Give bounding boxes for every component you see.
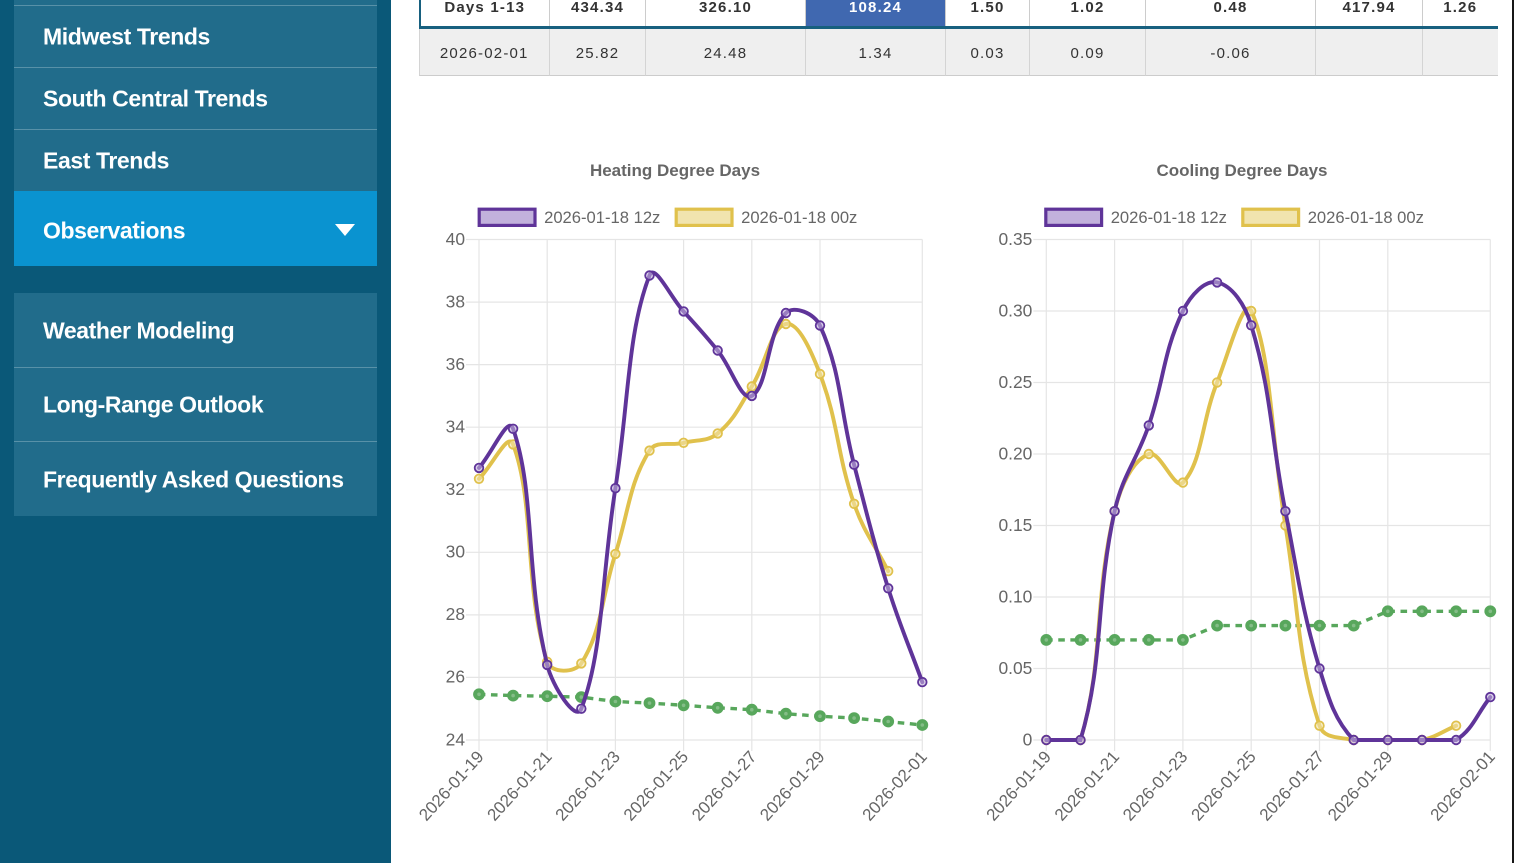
svg-text:Cooling Degree Days: Cooling Degree Days xyxy=(1157,161,1328,180)
svg-text:30: 30 xyxy=(446,542,465,562)
svg-text:2026-01-18 00z: 2026-01-18 00z xyxy=(1308,208,1424,227)
svg-text:2026-01-27: 2026-01-27 xyxy=(1256,747,1328,824)
svg-text:2026-01-18 12z: 2026-01-18 12z xyxy=(1111,208,1227,227)
svg-text:0.20: 0.20 xyxy=(998,443,1032,463)
svg-text:2026-01-25: 2026-01-25 xyxy=(620,747,692,824)
svg-text:0.30: 0.30 xyxy=(998,300,1032,320)
svg-text:38: 38 xyxy=(446,291,465,311)
svg-text:0.05: 0.05 xyxy=(998,658,1032,678)
svg-text:0.15: 0.15 xyxy=(998,515,1032,535)
svg-text:0.25: 0.25 xyxy=(998,372,1032,392)
svg-text:0: 0 xyxy=(1023,729,1033,749)
svg-text:34: 34 xyxy=(446,417,466,437)
svg-text:2026-01-19: 2026-01-19 xyxy=(983,747,1055,824)
svg-text:26: 26 xyxy=(446,667,465,687)
svg-text:2026-02-01: 2026-02-01 xyxy=(859,747,931,824)
svg-text:0.10: 0.10 xyxy=(998,586,1032,606)
svg-text:2026-01-29: 2026-01-29 xyxy=(756,747,828,824)
svg-text:2026-01-21: 2026-01-21 xyxy=(483,747,555,824)
svg-text:2026-01-27: 2026-01-27 xyxy=(688,747,760,824)
svg-text:2026-01-18 12z: 2026-01-18 12z xyxy=(544,208,660,227)
svg-text:2026-01-29: 2026-01-29 xyxy=(1324,747,1396,824)
svg-text:2026-01-25: 2026-01-25 xyxy=(1187,747,1259,824)
svg-text:2026-01-18 00z: 2026-01-18 00z xyxy=(741,208,857,227)
svg-text:32: 32 xyxy=(446,479,465,499)
svg-text:Heating Degree Days: Heating Degree Days xyxy=(590,161,760,180)
svg-text:0.35: 0.35 xyxy=(998,229,1032,249)
svg-text:24: 24 xyxy=(446,729,466,749)
svg-text:2026-01-23: 2026-01-23 xyxy=(552,747,624,824)
svg-text:36: 36 xyxy=(446,354,465,374)
svg-text:40: 40 xyxy=(446,229,465,249)
svg-text:2026-01-21: 2026-01-21 xyxy=(1051,747,1123,824)
svg-text:2026-01-19: 2026-01-19 xyxy=(415,747,487,824)
svg-text:28: 28 xyxy=(446,604,465,624)
svg-text:2026-02-01: 2026-02-01 xyxy=(1427,747,1499,824)
svg-text:2026-01-23: 2026-01-23 xyxy=(1119,747,1191,824)
